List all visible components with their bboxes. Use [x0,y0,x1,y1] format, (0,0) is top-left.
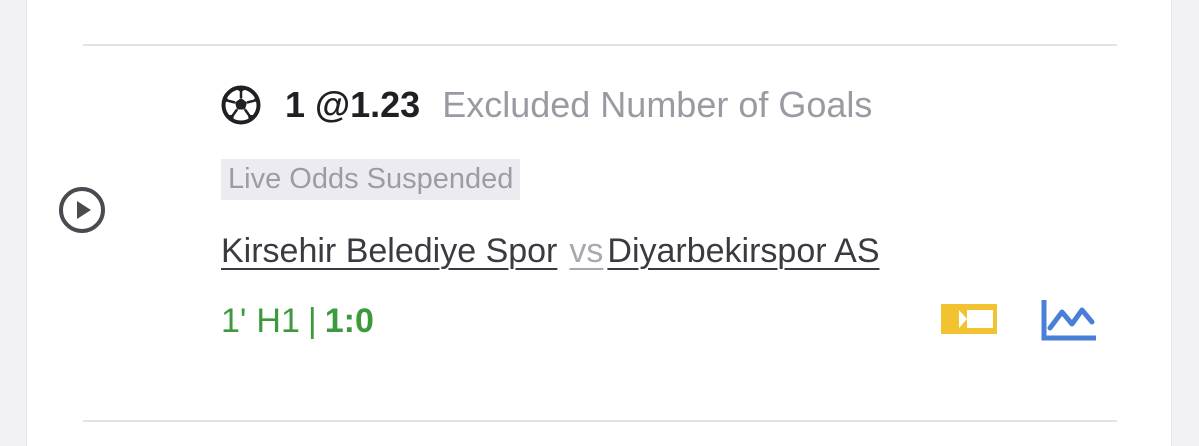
status-badge: Live Odds Suspended [221,159,521,200]
bet-selection: 1 @1.23 [285,84,421,125]
bet-line: 1 @1.23 Excluded Number of Goals [221,80,872,130]
live-separator: | [307,301,317,340]
live-status: 1' H1 | 1:0 [221,298,374,344]
vs-label: vs [569,231,604,270]
away-team[interactable]: Diyarbekirspor AS [607,232,879,271]
bottom-divider [83,420,1117,422]
bet-market: Excluded Number of Goals [442,84,873,125]
soccer-ball-icon [221,85,261,125]
match-link[interactable]: Kirsehir Belediye Spor vs Diyarbekirspor… [221,227,880,275]
match-minute: 1' [221,301,247,340]
match-period: H1 [256,301,300,340]
ticket-icon[interactable] [941,304,997,334]
top-divider [83,44,1117,46]
live-score: 1:0 [324,301,374,340]
line-chart-icon[interactable] [1040,298,1098,342]
bet-card: 1 @1.23 Excluded Number of Goals Live Od… [26,0,1172,446]
play-circle-icon[interactable] [58,186,106,234]
home-team[interactable]: Kirsehir Belediye Spor [221,232,557,271]
